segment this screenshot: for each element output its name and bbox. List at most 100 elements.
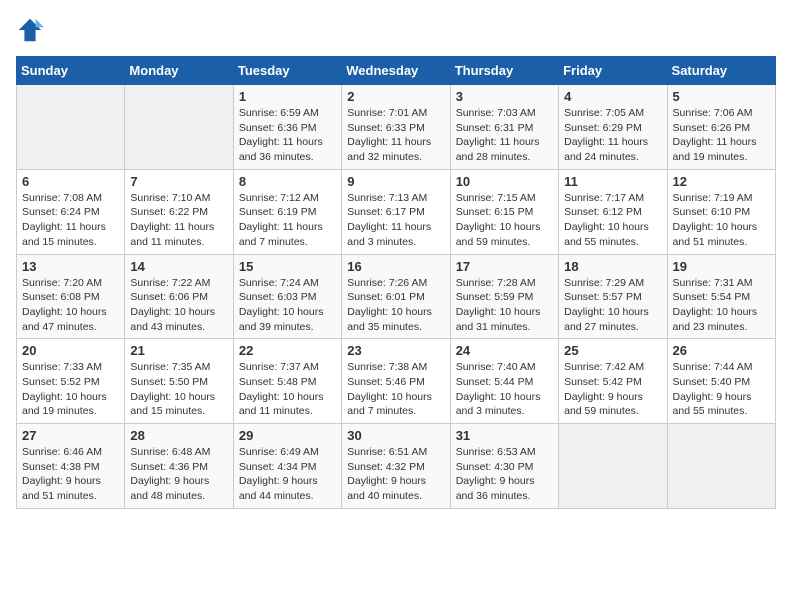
logo-icon: [16, 16, 44, 44]
calendar-cell: 28 Sunrise: 6:48 AM Sunset: 4:36 PM Dayli…: [125, 424, 233, 509]
weekday-header-row: SundayMondayTuesdayWednesdayThursdayFrid…: [17, 57, 776, 85]
calendar-cell: 30 Sunrise: 6:51 AM Sunset: 4:32 PM Dayli…: [342, 424, 450, 509]
logo: [16, 16, 48, 44]
day-info: Sunrise: 6:49 AM Sunset: 4:34 PM Dayligh…: [239, 445, 336, 504]
day-number: 19: [673, 259, 770, 274]
day-number: 14: [130, 259, 227, 274]
calendar-cell: 27 Sunrise: 6:46 AM Sunset: 4:38 PM Dayli…: [17, 424, 125, 509]
day-number: 17: [456, 259, 553, 274]
weekday-header-wednesday: Wednesday: [342, 57, 450, 85]
day-number: 4: [564, 89, 661, 104]
weekday-header-tuesday: Tuesday: [233, 57, 341, 85]
calendar-cell: 4 Sunrise: 7:05 AM Sunset: 6:29 PM Daylig…: [559, 85, 667, 170]
calendar-cell: [667, 424, 775, 509]
calendar-week-4: 20 Sunrise: 7:33 AM Sunset: 5:52 PM Dayli…: [17, 339, 776, 424]
day-number: 26: [673, 343, 770, 358]
day-number: 21: [130, 343, 227, 358]
calendar-cell: 19 Sunrise: 7:31 AM Sunset: 5:54 PM Dayli…: [667, 254, 775, 339]
weekday-header-saturday: Saturday: [667, 57, 775, 85]
day-info: Sunrise: 7:01 AM Sunset: 6:33 PM Dayligh…: [347, 106, 444, 165]
calendar-cell: 17 Sunrise: 7:28 AM Sunset: 5:59 PM Dayli…: [450, 254, 558, 339]
day-number: 22: [239, 343, 336, 358]
calendar-cell: 2 Sunrise: 7:01 AM Sunset: 6:33 PM Daylig…: [342, 85, 450, 170]
day-info: Sunrise: 6:53 AM Sunset: 4:30 PM Dayligh…: [456, 445, 553, 504]
calendar-cell: 7Sunrise: 7:10 AM Sunset: 6:22 PM Daylig…: [125, 169, 233, 254]
day-number: 27: [22, 428, 119, 443]
calendar-cell: 1 Sunrise: 6:59 AM Sunset: 6:36 PM Daylig…: [233, 85, 341, 170]
day-info: Sunrise: 7:37 AM Sunset: 5:48 PM Dayligh…: [239, 360, 336, 419]
calendar-cell: 6Sunrise: 7:08 AM Sunset: 6:24 PM Daylig…: [17, 169, 125, 254]
calendar-cell: [17, 85, 125, 170]
day-info: Sunrise: 6:46 AM Sunset: 4:38 PM Dayligh…: [22, 445, 119, 504]
day-info: Sunrise: 7:13 AM Sunset: 6:17 PM Dayligh…: [347, 191, 444, 250]
day-number: 31: [456, 428, 553, 443]
day-number: 23: [347, 343, 444, 358]
calendar-cell: 15 Sunrise: 7:24 AM Sunset: 6:03 PM Dayli…: [233, 254, 341, 339]
day-info: Sunrise: 7:28 AM Sunset: 5:59 PM Dayligh…: [456, 276, 553, 335]
calendar-cell: 20 Sunrise: 7:33 AM Sunset: 5:52 PM Dayli…: [17, 339, 125, 424]
weekday-header-thursday: Thursday: [450, 57, 558, 85]
day-info: Sunrise: 7:40 AM Sunset: 5:44 PM Dayligh…: [456, 360, 553, 419]
calendar-cell: 23 Sunrise: 7:38 AM Sunset: 5:46 PM Dayli…: [342, 339, 450, 424]
calendar-cell: 13 Sunrise: 7:20 AM Sunset: 6:08 PM Dayli…: [17, 254, 125, 339]
calendar-week-2: 6Sunrise: 7:08 AM Sunset: 6:24 PM Daylig…: [17, 169, 776, 254]
day-info: Sunrise: 7:42 AM Sunset: 5:42 PM Dayligh…: [564, 360, 661, 419]
weekday-header-friday: Friday: [559, 57, 667, 85]
day-info: Sunrise: 7:12 AM Sunset: 6:19 PM Dayligh…: [239, 191, 336, 250]
day-number: 5: [673, 89, 770, 104]
day-info: Sunrise: 7:17 AM Sunset: 6:12 PM Dayligh…: [564, 191, 661, 250]
calendar-cell: [125, 85, 233, 170]
day-info: Sunrise: 7:03 AM Sunset: 6:31 PM Dayligh…: [456, 106, 553, 165]
day-info: Sunrise: 7:31 AM Sunset: 5:54 PM Dayligh…: [673, 276, 770, 335]
day-info: Sunrise: 7:05 AM Sunset: 6:29 PM Dayligh…: [564, 106, 661, 165]
weekday-header-sunday: Sunday: [17, 57, 125, 85]
day-info: Sunrise: 7:22 AM Sunset: 6:06 PM Dayligh…: [130, 276, 227, 335]
calendar-cell: 22 Sunrise: 7:37 AM Sunset: 5:48 PM Dayli…: [233, 339, 341, 424]
day-number: 15: [239, 259, 336, 274]
day-info: Sunrise: 7:15 AM Sunset: 6:15 PM Dayligh…: [456, 191, 553, 250]
weekday-header-monday: Monday: [125, 57, 233, 85]
day-number: 10: [456, 174, 553, 189]
calendar-cell: 29Sunrise: 6:49 AM Sunset: 4:34 PM Dayli…: [233, 424, 341, 509]
calendar-cell: 24Sunrise: 7:40 AM Sunset: 5:44 PM Dayli…: [450, 339, 558, 424]
day-info: Sunrise: 6:59 AM Sunset: 6:36 PM Dayligh…: [239, 106, 336, 165]
day-info: Sunrise: 7:29 AM Sunset: 5:57 PM Dayligh…: [564, 276, 661, 335]
day-number: 16: [347, 259, 444, 274]
day-number: 20: [22, 343, 119, 358]
day-info: Sunrise: 7:26 AM Sunset: 6:01 PM Dayligh…: [347, 276, 444, 335]
day-info: Sunrise: 7:38 AM Sunset: 5:46 PM Dayligh…: [347, 360, 444, 419]
calendar-cell: 31 Sunrise: 6:53 AM Sunset: 4:30 PM Dayli…: [450, 424, 558, 509]
day-number: 1: [239, 89, 336, 104]
day-number: 18: [564, 259, 661, 274]
calendar-week-3: 13 Sunrise: 7:20 AM Sunset: 6:08 PM Dayli…: [17, 254, 776, 339]
day-info: Sunrise: 7:33 AM Sunset: 5:52 PM Dayligh…: [22, 360, 119, 419]
calendar-cell: 9 Sunrise: 7:13 AM Sunset: 6:17 PM Daylig…: [342, 169, 450, 254]
calendar-week-5: 27 Sunrise: 6:46 AM Sunset: 4:38 PM Dayli…: [17, 424, 776, 509]
calendar-cell: 12Sunrise: 7:19 AM Sunset: 6:10 PM Dayli…: [667, 169, 775, 254]
day-number: 13: [22, 259, 119, 274]
day-info: Sunrise: 7:24 AM Sunset: 6:03 PM Dayligh…: [239, 276, 336, 335]
day-number: 11: [564, 174, 661, 189]
calendar-cell: 16 Sunrise: 7:26 AM Sunset: 6:01 PM Dayli…: [342, 254, 450, 339]
day-number: 9: [347, 174, 444, 189]
day-number: 8: [239, 174, 336, 189]
day-number: 2: [347, 89, 444, 104]
calendar-cell: [559, 424, 667, 509]
day-number: 25: [564, 343, 661, 358]
calendar-cell: 21Sunrise: 7:35 AM Sunset: 5:50 PM Dayli…: [125, 339, 233, 424]
calendar-cell: 8 Sunrise: 7:12 AM Sunset: 6:19 PM Daylig…: [233, 169, 341, 254]
calendar-cell: 14 Sunrise: 7:22 AM Sunset: 6:06 PM Dayli…: [125, 254, 233, 339]
calendar-table: SundayMondayTuesdayWednesdayThursdayFrid…: [16, 56, 776, 509]
day-info: Sunrise: 6:48 AM Sunset: 4:36 PM Dayligh…: [130, 445, 227, 504]
day-info: Sunrise: 7:08 AM Sunset: 6:24 PM Dayligh…: [22, 191, 119, 250]
day-info: Sunrise: 6:51 AM Sunset: 4:32 PM Dayligh…: [347, 445, 444, 504]
day-info: Sunrise: 7:10 AM Sunset: 6:22 PM Dayligh…: [130, 191, 227, 250]
day-number: 30: [347, 428, 444, 443]
calendar-week-1: 1 Sunrise: 6:59 AM Sunset: 6:36 PM Daylig…: [17, 85, 776, 170]
page-header: [16, 16, 776, 44]
calendar-cell: 26Sunrise: 7:44 AM Sunset: 5:40 PM Dayli…: [667, 339, 775, 424]
day-info: Sunrise: 7:20 AM Sunset: 6:08 PM Dayligh…: [22, 276, 119, 335]
day-number: 12: [673, 174, 770, 189]
day-info: Sunrise: 7:06 AM Sunset: 6:26 PM Dayligh…: [673, 106, 770, 165]
day-number: 28: [130, 428, 227, 443]
